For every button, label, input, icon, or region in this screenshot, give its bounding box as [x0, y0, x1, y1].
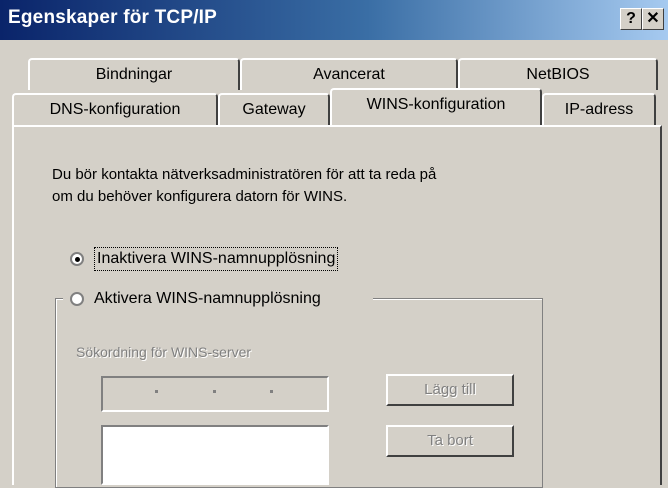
help-button[interactable]: ?: [620, 8, 642, 30]
tab-ip-address[interactable]: IP-adress: [542, 93, 656, 125]
info-line-2: om du behöver konfigurera datorn för WIN…: [52, 188, 348, 205]
tab-netbios[interactable]: NetBIOS: [458, 58, 658, 90]
ip-separator: [155, 390, 158, 393]
enable-wins-option[interactable]: Aktivera WINS-namnupplösning: [70, 290, 321, 308]
add-button[interactable]: Lägg till: [386, 374, 514, 406]
info-line-1: Du bör kontakta nätverksadministratören …: [52, 166, 437, 183]
close-button[interactable]: ✕: [642, 8, 664, 30]
title-bar: Egenskaper för TCP/IP ? ✕: [0, 0, 668, 40]
ip-separator: [270, 390, 273, 393]
enable-wins-label: Aktivera WINS-namnupplösning: [94, 290, 321, 307]
tab-avancerat[interactable]: Avancerat: [240, 58, 458, 90]
disable-wins-radio[interactable]: [70, 252, 84, 266]
tab-gateway[interactable]: Gateway: [218, 93, 330, 125]
tab-bindningar[interactable]: Bindningar: [28, 58, 240, 90]
tab-dns-configuration[interactable]: DNS-konfiguration: [12, 93, 218, 125]
remove-button[interactable]: Ta bort: [386, 425, 514, 457]
ip-separator: [213, 390, 216, 393]
disable-wins-label: Inaktivera WINS-namnupplösning: [94, 247, 339, 271]
server-order-label: Sökordning för WINS-server: [76, 344, 252, 360]
enable-wins-radio[interactable]: [70, 292, 84, 306]
info-text: Du bör kontakta nätverksadministratören …: [52, 164, 612, 208]
wins-server-ip-field[interactable]: [101, 376, 329, 412]
window-title: Egenskaper för TCP/IP: [8, 7, 218, 28]
tab-wins-configuration[interactable]: WINS-konfiguration: [330, 88, 542, 125]
wins-server-list[interactable]: [101, 425, 329, 485]
disable-wins-option[interactable]: Inaktivera WINS-namnupplösning: [70, 247, 339, 271]
